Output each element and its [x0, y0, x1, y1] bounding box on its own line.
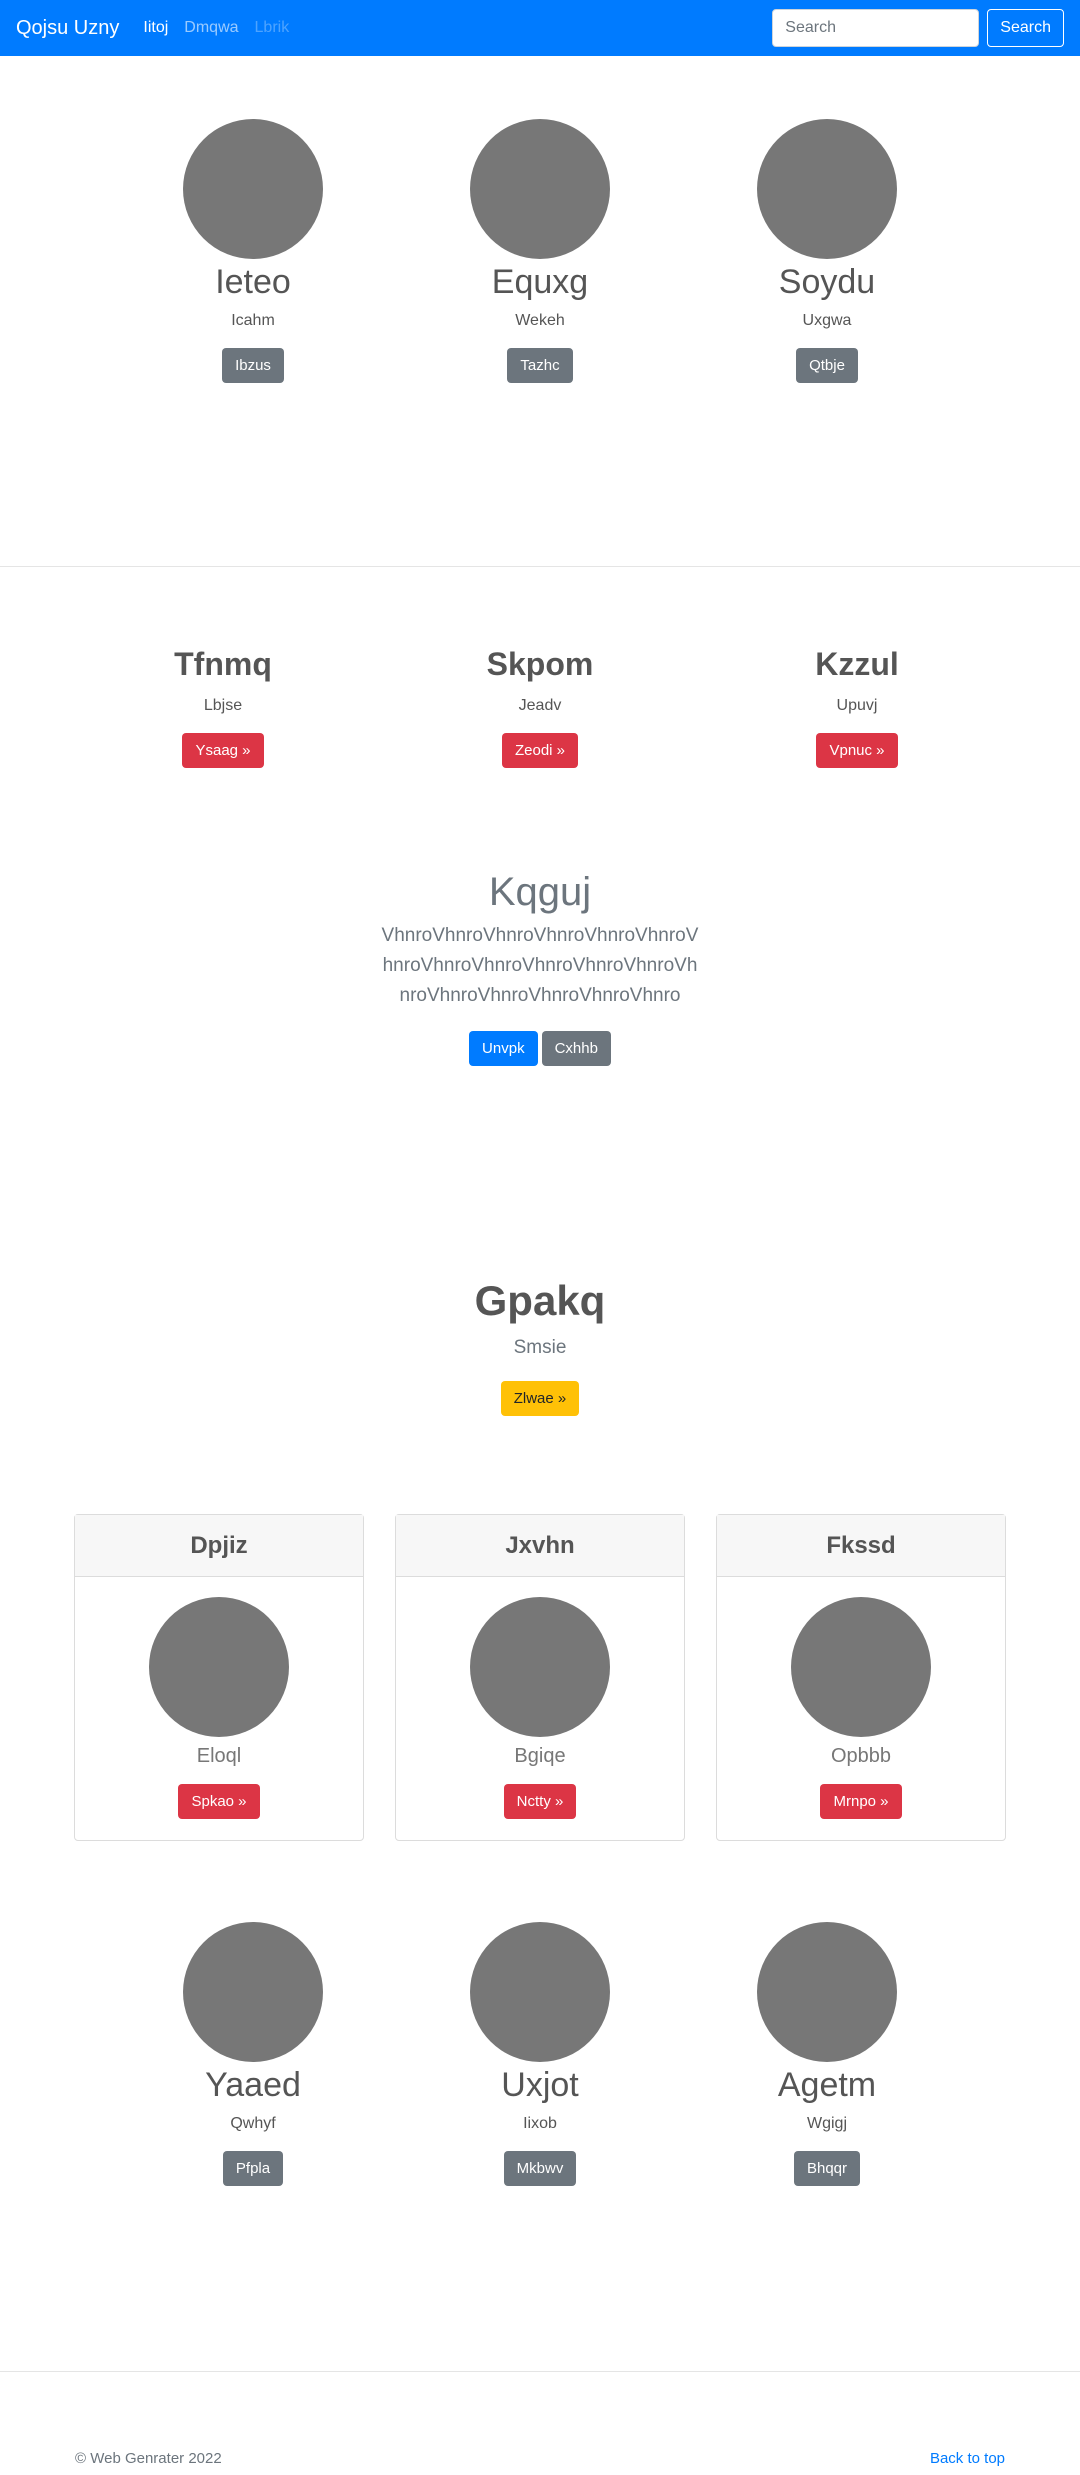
avatar-placeholder	[470, 119, 610, 259]
promo-button[interactable]: Zlwae »	[500, 1381, 580, 1416]
feature-button[interactable]: Zeodi »	[501, 733, 579, 768]
profile-card: Agetm Wgigj Bhqqr	[684, 1922, 971, 2186]
feature-subtitle: Jeadv	[518, 697, 562, 714]
search-form: Search	[772, 9, 1064, 47]
profile-name: Equxg	[491, 263, 589, 301]
profile-card: Equxg Wekeh Tazhc	[397, 119, 684, 383]
card-text: Eloql	[196, 1745, 242, 1767]
profile-button[interactable]: Bhqqr	[793, 2151, 861, 2186]
card-image-placeholder	[470, 1597, 610, 1737]
profile-card: Soydu Uxgwa Qtbje	[684, 119, 971, 383]
profile-button[interactable]: Qtbje	[796, 348, 858, 383]
avatar-placeholder	[757, 119, 897, 259]
feature-button[interactable]: Vpnuc »	[816, 733, 898, 768]
avatar-placeholder	[183, 1922, 323, 2062]
profile-name: Agetm	[777, 2066, 877, 2104]
card-header: Jxvhn	[396, 1515, 684, 1577]
feature-subtitle: Upuvj	[836, 697, 878, 714]
profile-button[interactable]: Ibzus	[222, 348, 284, 383]
profiles-bottom-section: Yaaed Qwhyf Pfpla Uxjot Iixob Mkbwv Aget…	[0, 1922, 1080, 2186]
profile-name: Yaaed	[205, 2066, 301, 2104]
card-image-placeholder	[791, 1597, 931, 1737]
hero-buttons: Unvpk Cxhhb	[469, 1031, 611, 1066]
profile-button[interactable]: Tazhc	[507, 348, 573, 383]
profile-card: Yaaed Qwhyf Pfpla	[110, 1922, 397, 2186]
feature-button[interactable]: Ysaag »	[182, 733, 264, 768]
feature-subtitle: Lbjse	[203, 697, 243, 714]
feature-column: Tfnmq Lbjse Ysaag »	[65, 646, 382, 768]
cards-section: Dpjiz Eloql Spkao » Jxvhn Bgiqe Nctty » …	[0, 1514, 1080, 1841]
profile-button[interactable]: Mkbwv	[503, 2151, 577, 2186]
footer-divider	[0, 2371, 1080, 2372]
card-header: Fkssd	[717, 1515, 1005, 1577]
promo-title: Gpakq	[474, 1277, 606, 1324]
navbar-brand[interactable]: Qojsu Uzny	[16, 17, 119, 40]
navbar: Qojsu Uzny Iitoj Dmqwa Lbrik Search	[0, 0, 1080, 56]
footer: © Web Genrater 2022 Back to top	[75, 2450, 1005, 2467]
feature-column: Skpom Jeadv Zeodi »	[382, 646, 699, 768]
feature-column: Kzzul Upuvj Vpnuc »	[699, 646, 1016, 768]
card-button[interactable]: Mrnpo »	[820, 1784, 902, 1819]
hero-section: Kqguj VhnroVhnroVhnroVhnroVhnroVhnroVhnr…	[0, 870, 1080, 1066]
card-button[interactable]: Spkao »	[178, 1784, 260, 1819]
profile-card: Ieteo Icahm Ibzus	[110, 119, 397, 383]
hero-secondary-button[interactable]: Cxhhb	[541, 1031, 611, 1066]
profile-subtitle: Wgigj	[806, 2115, 847, 2132]
promo-subtitle: Smsie	[513, 1337, 567, 1358]
card: Jxvhn Bgiqe Nctty »	[395, 1514, 685, 1841]
search-input[interactable]	[772, 9, 980, 47]
profile-name: Uxjot	[501, 2066, 579, 2104]
features-section: Tfnmq Lbjse Ysaag » Skpom Jeadv Zeodi » …	[0, 646, 1080, 768]
card: Dpjiz Eloql Spkao »	[74, 1514, 364, 1841]
avatar-placeholder	[470, 1922, 610, 2062]
feature-title: Skpom	[486, 646, 594, 682]
feature-title: Kzzul	[815, 646, 899, 682]
card-text: Opbbb	[830, 1745, 892, 1767]
nav-link-lbrik: Lbrik	[254, 19, 290, 36]
card-header: Dpjiz	[75, 1515, 363, 1577]
nav-link-iitoj[interactable]: Iitoj	[143, 19, 168, 37]
search-button[interactable]: Search	[987, 9, 1064, 47]
nav-link-dmqwa[interactable]: Dmqwa	[184, 19, 238, 37]
copyright-text: © Web Genrater 2022	[75, 2450, 222, 2467]
avatar-placeholder	[183, 119, 323, 259]
profile-name: Ieteo	[215, 263, 291, 301]
card: Fkssd Opbbb Mrnpo »	[716, 1514, 1006, 1841]
card-image-placeholder	[149, 1597, 289, 1737]
back-to-top-link[interactable]: Back to top	[930, 2450, 1005, 2467]
hero-title: Kqguj	[488, 870, 592, 914]
profile-name: Soydu	[778, 263, 876, 301]
avatar-placeholder	[757, 1922, 897, 2062]
card-button[interactable]: Nctty »	[503, 1784, 577, 1819]
profile-button[interactable]: Pfpla	[222, 2151, 284, 2186]
feature-title: Tfnmq	[174, 646, 272, 682]
promo-section: Gpakq Smsie Zlwae »	[0, 1277, 1080, 1416]
profile-subtitle: Qwhyf	[230, 2115, 276, 2132]
section-divider	[0, 566, 1080, 567]
profile-subtitle: Iixob	[523, 2115, 557, 2132]
card-text: Bgiqe	[514, 1745, 566, 1767]
hero-lead: VhnroVhnroVhnroVhnroVhnroVhnroVhnroVhnro…	[381, 925, 699, 1006]
profile-subtitle: Wekeh	[515, 312, 565, 329]
profiles-top-section: Ieteo Icahm Ibzus Equxg Wekeh Tazhc Soyd…	[0, 119, 1080, 383]
hero-primary-button[interactable]: Unvpk	[469, 1031, 538, 1066]
profile-subtitle: Icahm	[231, 312, 275, 329]
profile-subtitle: Uxgwa	[802, 312, 852, 329]
profile-card: Uxjot Iixob Mkbwv	[397, 1922, 684, 2186]
